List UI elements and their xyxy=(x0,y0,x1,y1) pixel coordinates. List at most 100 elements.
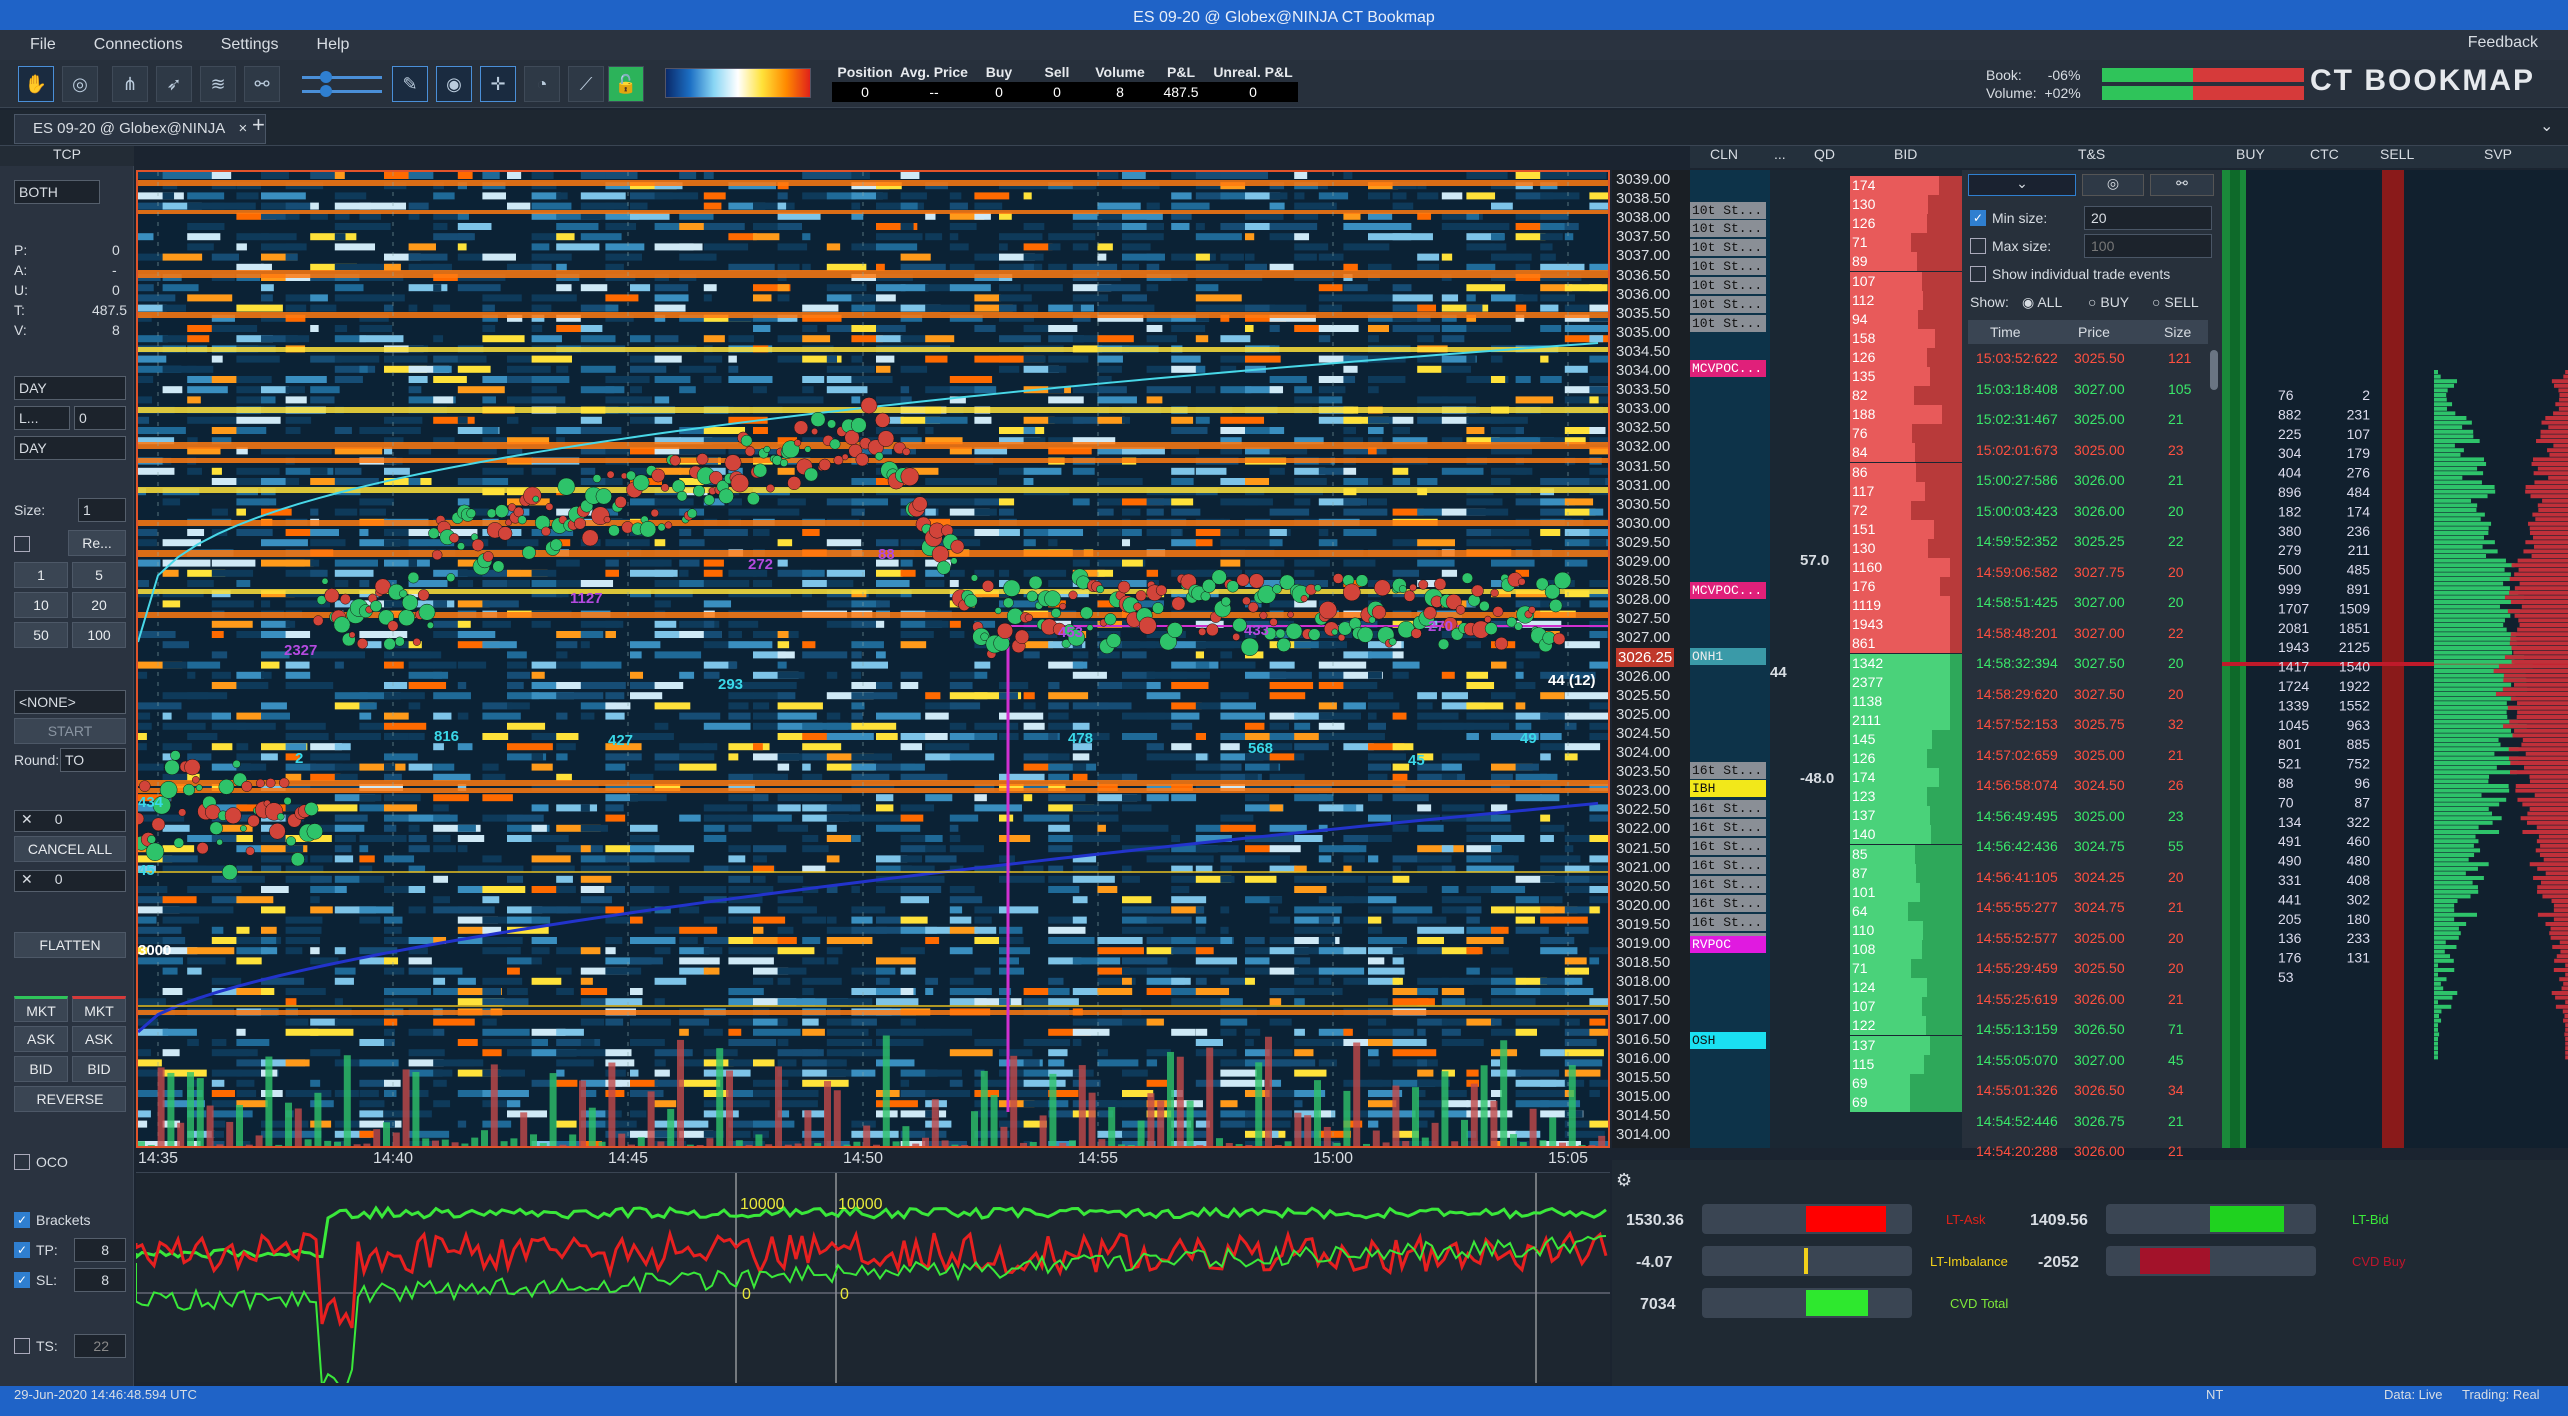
ts-header[interactable]: T&S xyxy=(2078,146,2105,162)
qty-1-button[interactable]: 1 xyxy=(14,562,68,588)
ts-dropdown[interactable]: ⌄ xyxy=(1968,174,2076,196)
l-stepper[interactable]: 0 xyxy=(74,406,126,430)
menu-help[interactable]: Help xyxy=(317,36,350,54)
col-time[interactable]: Time xyxy=(1990,320,2021,344)
sell-ask-button[interactable]: ASK xyxy=(72,1026,126,1052)
col-size[interactable]: Size xyxy=(2164,320,2191,344)
strategy-select[interactable]: <NONE> xyxy=(14,690,126,714)
rocket-icon[interactable]: ➶ xyxy=(156,66,192,102)
period-select-2[interactable]: DAY xyxy=(14,436,126,460)
qty-20-button[interactable]: 20 xyxy=(72,592,126,618)
ts-row[interactable]: 15:00:27:586 3026.00 21 xyxy=(1968,468,2216,493)
buy-header[interactable]: BUY xyxy=(2236,146,2265,162)
menu-file[interactable]: File xyxy=(30,36,56,54)
start-button[interactable]: START xyxy=(14,718,126,744)
close-icon[interactable]: × xyxy=(239,120,248,137)
add-tab-icon[interactable]: + xyxy=(252,112,265,138)
sell-mkt-button[interactable]: MKT xyxy=(72,996,126,1022)
sl-checkbox[interactable]: ✓ xyxy=(14,1272,30,1288)
sell-header[interactable]: SELL xyxy=(2380,146,2414,162)
hand-tool-icon[interactable]: ✋ xyxy=(18,66,54,102)
period-select[interactable]: DAY xyxy=(14,376,126,400)
brackets-checkbox[interactable]: ✓ xyxy=(14,1212,30,1228)
menu-connections[interactable]: Connections xyxy=(94,36,183,54)
ts-row[interactable]: 14:56:58:074 3024.50 26 xyxy=(1968,773,2216,798)
re-checkbox[interactable] xyxy=(14,536,30,552)
layers-icon[interactable]: ≋ xyxy=(200,66,236,102)
individual-trades-checkbox[interactable] xyxy=(1970,266,1986,282)
ts-row[interactable]: 15:02:31:467 3025.00 21 xyxy=(1968,407,2216,432)
close-qty-field[interactable]: ✕ 0 xyxy=(14,870,126,892)
ts-row[interactable]: 15:02:01:673 3025.00 23 xyxy=(1968,438,2216,463)
ts-row[interactable]: 14:59:06:582 3027.75 20 xyxy=(1968,560,2216,585)
crosshair-icon[interactable]: ✛ xyxy=(480,66,516,102)
col-price[interactable]: Price xyxy=(2078,320,2110,344)
brightness-sliders[interactable] xyxy=(288,70,384,98)
qd-header[interactable]: QD xyxy=(1814,146,1835,162)
ts-row[interactable]: 15:03:52:622 3025.50 121 xyxy=(1968,346,2216,371)
ts-row[interactable]: 14:57:52:153 3025.75 32 xyxy=(1968,712,2216,737)
heatmap-chart[interactable]: 2327 1127 272 816 293 427 88 478 568 453 433 270 45 4… xyxy=(136,170,1610,1148)
filter-sell-radio[interactable]: ○ SELL xyxy=(2152,294,2199,310)
pencil-icon[interactable]: ✎ xyxy=(392,66,428,102)
ts-row[interactable]: 14:58:51:425 3027.00 20 xyxy=(1968,590,2216,615)
ts-row[interactable]: 14:55:52:577 3025.00 20 xyxy=(1968,926,2216,951)
ts-checkbox[interactable] xyxy=(14,1338,30,1354)
qty-100-button[interactable]: 100 xyxy=(72,622,126,648)
camera-icon[interactable]: ◎ xyxy=(62,66,98,102)
gear-icon[interactable]: ⚙ xyxy=(1616,1170,1632,1191)
qty-10-button[interactable]: 10 xyxy=(14,592,68,618)
reverse-button[interactable]: REVERSE xyxy=(14,1086,126,1112)
ts-row[interactable]: 14:56:41:105 3024.25 20 xyxy=(1968,865,2216,890)
comment-icon[interactable]: ◉ xyxy=(436,66,472,102)
qty-5-button[interactable]: 5 xyxy=(72,562,126,588)
heatmap-gradient-picker[interactable] xyxy=(665,68,811,98)
ts-row[interactable]: 14:55:55:277 3024.75 21 xyxy=(1968,895,2216,920)
ts-row[interactable]: 14:55:13:159 3026.50 71 xyxy=(1968,1017,2216,1042)
ts-row[interactable]: 14:55:29:459 3025.50 20 xyxy=(1968,956,2216,981)
menu-settings[interactable]: Settings xyxy=(221,36,279,54)
l-select[interactable]: L... xyxy=(14,406,70,430)
buy-ask-button[interactable]: ASK xyxy=(14,1026,68,1052)
ts-row[interactable]: 14:59:52:352 3025.25 22 xyxy=(1968,529,2216,554)
max-size-input[interactable]: 100 xyxy=(2084,234,2212,258)
cln-header[interactable]: CLN xyxy=(1710,146,1738,162)
filter-all-radio[interactable]: ◉ ALL xyxy=(2022,294,2062,311)
filter-buy-radio[interactable]: ○ BUY xyxy=(2088,294,2129,310)
ts-row[interactable]: 14:55:05:070 3027.00 45 xyxy=(1968,1048,2216,1073)
ts-row[interactable]: 14:57:02:659 3025.00 21 xyxy=(1968,743,2216,768)
ts-row[interactable]: 14:56:49:495 3025.00 23 xyxy=(1968,804,2216,829)
size-stepper[interactable]: 1 xyxy=(78,498,126,522)
chevron-down-icon[interactable]: ⌄ xyxy=(2540,116,2553,136)
ts-row[interactable]: 14:55:25:619 3026.00 21 xyxy=(1968,987,2216,1012)
unlock-icon[interactable]: 🔓 xyxy=(608,66,644,102)
dots-header[interactable]: ... xyxy=(1774,146,1786,162)
tp-checkbox[interactable]: ✓ xyxy=(14,1242,30,1258)
ts-row[interactable]: 15:00:03:423 3026.00 20 xyxy=(1968,499,2216,524)
svp-header[interactable]: SVP xyxy=(2484,146,2512,162)
oco-checkbox[interactable] xyxy=(14,1154,30,1170)
clock-icon[interactable]: ◔ xyxy=(524,66,560,102)
sell-bid-button[interactable]: BID xyxy=(72,1056,126,1082)
ts-row[interactable]: 14:58:29:620 3027.50 20 xyxy=(1968,682,2216,707)
comment-button[interactable]: ◎ xyxy=(2082,174,2144,196)
ctc-header[interactable]: CTC xyxy=(2310,146,2339,162)
ts-stepper[interactable]: 22 xyxy=(74,1334,126,1358)
ts-row[interactable]: 15:03:18:408 3027.00 105 xyxy=(1968,377,2216,402)
tp-stepper[interactable]: 8 xyxy=(74,1238,126,1262)
max-size-checkbox[interactable] xyxy=(1970,238,1986,254)
bid-header[interactable]: BID xyxy=(1894,146,1917,162)
link-button[interactable]: ⚯ xyxy=(2150,174,2214,196)
ts-row[interactable]: 14:58:48:201 3027.00 22 xyxy=(1968,621,2216,646)
feedback-link[interactable]: Feedback xyxy=(2468,34,2538,52)
ts-row[interactable]: 14:58:32:394 3027.50 20 xyxy=(1968,651,2216,676)
ts-row[interactable]: 14:54:52:446 3026.75 21 xyxy=(1968,1109,2216,1134)
qty-50-button[interactable]: 50 xyxy=(14,622,68,648)
trend-icon[interactable]: ⟋ xyxy=(568,66,604,102)
share-icon[interactable]: ⋔ xyxy=(112,66,148,102)
re-button[interactable]: Re... xyxy=(68,530,126,556)
ts-row[interactable]: 14:55:01:326 3026.50 34 xyxy=(1968,1078,2216,1103)
ts-scrollbar[interactable] xyxy=(2210,350,2218,390)
cancel-all-button[interactable]: CANCEL ALL xyxy=(14,836,126,862)
link-icon[interactable]: ⚯ xyxy=(244,66,280,102)
